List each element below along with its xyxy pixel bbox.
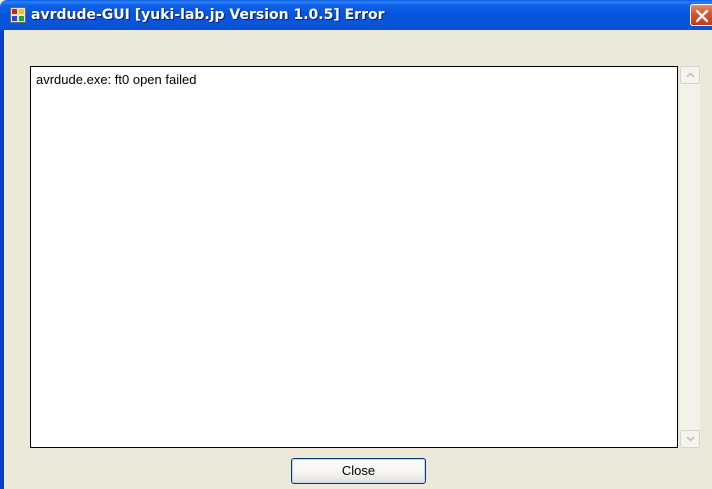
scroll-down-arrow-icon bbox=[686, 436, 695, 442]
scroll-up-button[interactable] bbox=[680, 66, 700, 84]
scroll-up-arrow-icon bbox=[686, 72, 695, 78]
title-bar[interactable]: avrdude-GUI [yuki-lab.jp Version 1.0.5] … bbox=[0, 0, 712, 30]
scroll-down-button[interactable] bbox=[680, 430, 700, 448]
error-dialog-window: avrdude-GUI [yuki-lab.jp Version 1.0.5] … bbox=[0, 0, 712, 489]
output-textbox[interactable]: avrdude.exe: ft0 open failed bbox=[30, 66, 678, 448]
window-frame-left bbox=[0, 30, 4, 489]
app-icon bbox=[10, 7, 26, 23]
close-button[interactable]: Close bbox=[291, 458, 426, 484]
close-x-icon[interactable] bbox=[690, 4, 712, 26]
output-text: avrdude.exe: ft0 open failed bbox=[36, 72, 197, 87]
vertical-scrollbar[interactable] bbox=[680, 66, 700, 448]
window-title: avrdude-GUI [yuki-lab.jp Version 1.0.5] … bbox=[31, 7, 385, 23]
